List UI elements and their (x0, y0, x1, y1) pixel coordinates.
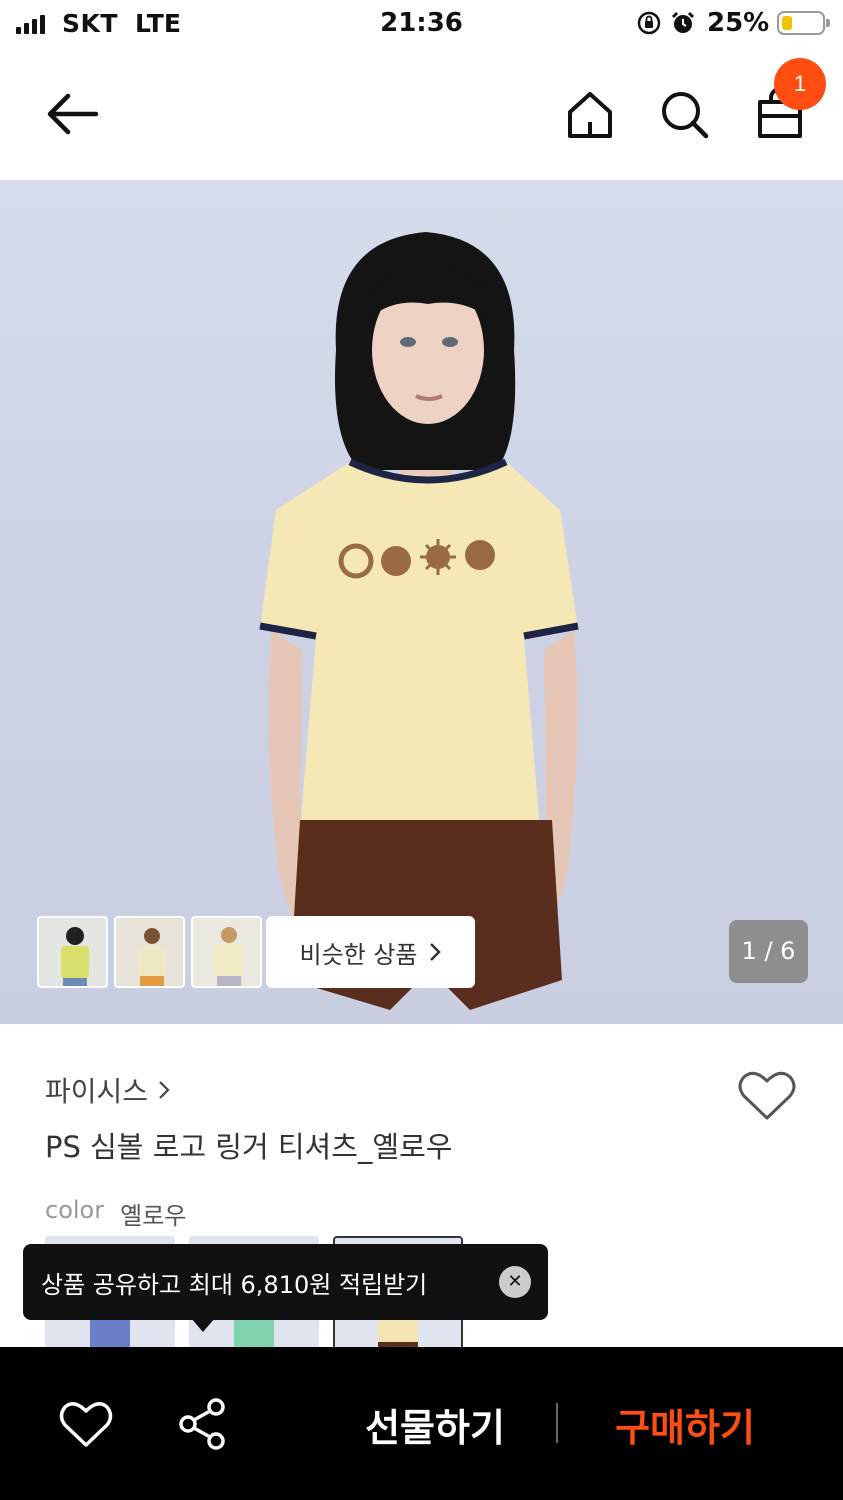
gift-button[interactable]: 선물하기 (330, 1397, 540, 1452)
thumbnail[interactable] (37, 916, 108, 988)
thumbnail[interactable] (191, 916, 262, 988)
chevron-right-icon (429, 943, 441, 961)
brand-name: 파이시스 (45, 1075, 149, 1108)
share-reward-tooltip: 상품 공유하고 최대 6,810원 적립받기 ✕ (23, 1244, 548, 1332)
bottom-action-bar: 선물하기 구매하기 (0, 1347, 843, 1500)
heart-icon[interactable] (58, 1399, 114, 1449)
color-option-row: color 옐로우 (45, 1196, 186, 1231)
product-image-gallery[interactable]: 비슷한 상품 1 / 6 (0, 180, 843, 1024)
tooltip-text: 상품 공유하고 최대 6,810원 적립받기 (41, 1270, 428, 1299)
image-counter: 1 / 6 (729, 920, 808, 983)
tooltip-arrow (191, 1318, 215, 1332)
divider (556, 1403, 558, 1443)
back-arrow-icon[interactable] (40, 86, 104, 142)
product-title: PS 심볼 로고 링거 티셔츠_옐로우 (45, 1130, 453, 1164)
thumbnail-strip (37, 916, 262, 988)
color-label: color (45, 1196, 105, 1224)
share-icon[interactable] (176, 1397, 228, 1451)
battery-icon (777, 11, 830, 35)
home-icon[interactable] (562, 86, 618, 142)
similar-products-button[interactable]: 비슷한 상품 (266, 916, 475, 988)
status-bar: SKT LTE 21:36 25% (0, 0, 843, 50)
buy-button[interactable]: 구매하기 (580, 1397, 790, 1452)
cart-count-badge: 1 (774, 58, 826, 110)
brand-link[interactable]: 파이시스 (45, 1070, 170, 1110)
alarm-icon (671, 11, 695, 33)
battery-percent: 25% (707, 8, 770, 38)
heart-icon[interactable] (736, 1068, 798, 1124)
top-nav: 1 (0, 50, 843, 180)
close-icon[interactable]: ✕ (499, 1266, 531, 1298)
product-photo (259, 232, 579, 1010)
similar-products-label: 비슷한 상품 (299, 940, 418, 969)
color-value: 옐로우 (120, 1202, 187, 1230)
search-icon[interactable] (656, 86, 712, 142)
rotation-lock-icon (637, 11, 661, 35)
thumbnail[interactable] (114, 916, 185, 988)
chevron-right-icon (159, 1081, 170, 1099)
